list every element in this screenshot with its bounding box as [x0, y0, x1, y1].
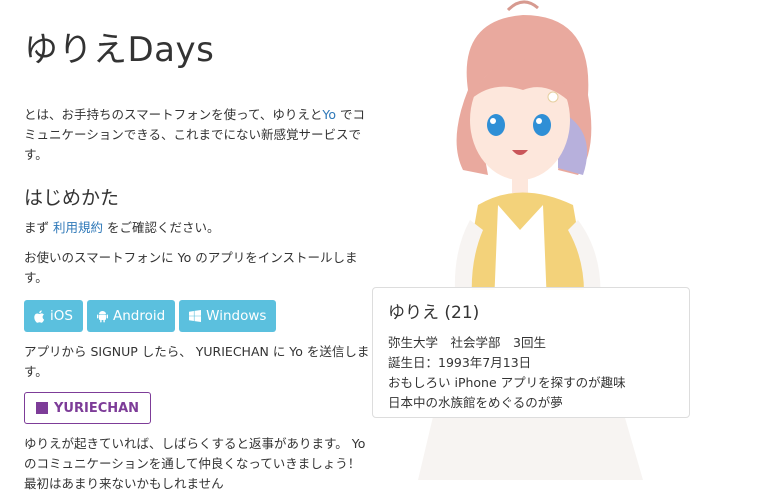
- ios-button-label: iOS: [50, 308, 73, 324]
- profile-name: ゆりえ (21): [388, 303, 480, 323]
- windows-button-label: Windows: [206, 308, 267, 324]
- terms-text: まず 利用規約 をご確認ください。: [24, 218, 372, 238]
- terms-pre: まず: [24, 220, 53, 235]
- howto-heading: はじめかた: [24, 187, 120, 209]
- apple-icon: [34, 309, 45, 323]
- windows-icon: [189, 310, 202, 322]
- android-icon: [96, 310, 108, 323]
- yuriechan-button-label: YURIECHAN: [54, 400, 140, 416]
- intro-part1: とは、お手持ちのスマートフォンを使って、ゆりえと: [24, 107, 323, 122]
- android-button[interactable]: Android: [86, 300, 176, 332]
- profile-line-birthday: 誕生日：1993年7月13日: [388, 355, 532, 370]
- profile-line-dream: 日本中の水族館をめぐるのが夢: [388, 395, 563, 410]
- profile-line-school: 弥生大学 社会学部 3回生: [388, 335, 546, 350]
- profile-card: ゆりえ (21) 弥生大学 社会学部 3回生 誕生日：1993年7月13日 おも…: [372, 287, 690, 418]
- windows-button[interactable]: Windows: [179, 300, 277, 332]
- main-content: ゆりえDays とは、お手持ちのスマートフォンを使って、ゆりえとYo でコミュニ…: [24, 0, 373, 494]
- page-title: ゆりえDays: [24, 30, 215, 70]
- profile-line-hobby: おもしろい iPhone アプリを探すのが趣味: [388, 375, 626, 390]
- install-text: お使いのスマートフォンに Yo のアプリをインストールします。: [24, 250, 358, 285]
- terms-post: をご確認ください。: [103, 220, 220, 235]
- signup-text: アプリから SIGNUP したら、 YURIECHAN に Yo を送信します。: [24, 344, 370, 379]
- yuriechan-button[interactable]: YURIECHAN: [24, 392, 152, 424]
- store-buttons: iOS Android Windows: [24, 300, 372, 332]
- reply-text: ゆりえが起きていれば、しばらくすると返事があります。 Yo のコミュニケーション…: [24, 436, 373, 491]
- ios-button[interactable]: iOS: [24, 300, 83, 332]
- yuriechan-square-icon: [36, 402, 48, 414]
- terms-link[interactable]: 利用規約: [53, 220, 103, 235]
- android-button-label: Android: [112, 308, 166, 324]
- intro-text: とは、お手持ちのスマートフォンを使って、ゆりえとYo でコミュニケーションできる…: [24, 105, 372, 165]
- yo-link[interactable]: Yo: [322, 107, 336, 122]
